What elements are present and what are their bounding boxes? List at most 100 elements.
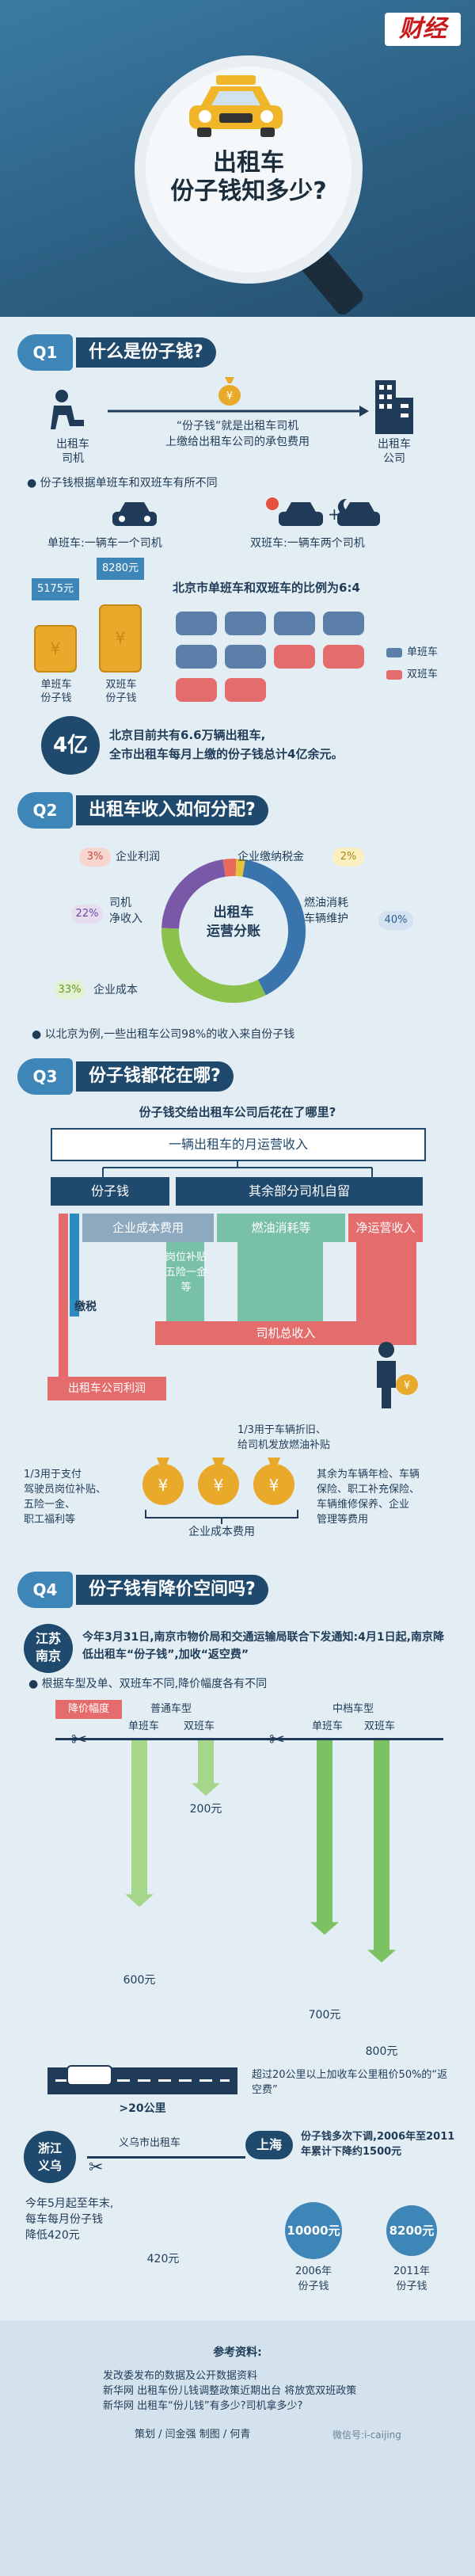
yiwu-amount: 420元 xyxy=(146,2253,180,2265)
cut-value-midhigh-double: 800元 xyxy=(365,2045,398,2058)
car-single-icon xyxy=(225,645,266,669)
svg-text:¥: ¥ xyxy=(269,1476,279,1495)
midhigh-single-label: 单班车 xyxy=(312,1721,344,1732)
pct-fuel: 40% xyxy=(378,911,413,930)
price-cut-arrow xyxy=(310,1740,339,1935)
donut-segment xyxy=(235,859,245,877)
flow-arrow xyxy=(108,406,369,417)
q1-badge: Q1 xyxy=(17,334,73,371)
q3-title: 份子钱都花在哪? xyxy=(76,1061,234,1092)
range-label: 降价幅度 xyxy=(55,1700,122,1719)
monthly-revenue-box: 一辆出租车的月运营收入 xyxy=(51,1128,426,1161)
caijing-logo: 财经 xyxy=(385,13,461,46)
car-single-icon xyxy=(274,612,315,635)
split-right-text: 其余为车辆年检、车辆 保险、职工补充保险、 车辆维修保养、企业 管理等费用 xyxy=(317,1469,420,1526)
q1-title: 什么是份子钱? xyxy=(76,337,216,368)
sh-2011-circle: 8200元 xyxy=(386,2205,437,2256)
car-double-icon xyxy=(225,678,266,702)
cost-row: 企业成本费用 xyxy=(82,1214,214,1242)
q3-subtitle: 份子钱交给出租车公司后花在了哪里? xyxy=(139,1105,336,1119)
single-shift-car-icon xyxy=(112,502,157,526)
return-fee-text: 超过20公里以上加收车公里租价50%的“返空费” xyxy=(252,2069,448,2096)
car-single-icon xyxy=(225,612,266,635)
donut-center-label: 出租车 运营分账 xyxy=(207,905,260,939)
q2-note: ● 以北京为例,一些出租车公司98%的收入来自份子钱 xyxy=(32,1028,295,1041)
cut-value-ordinary-double: 200元 xyxy=(189,1803,222,1816)
q1-bullet: ● 份子钱根据单班车和双班车有所不同 xyxy=(27,477,218,490)
svg-text:¥: ¥ xyxy=(51,639,61,658)
svg-text:¥: ¥ xyxy=(404,1380,410,1392)
yiwu-tag: 浙江 义乌 xyxy=(24,2131,76,2183)
pct-tax: 2% xyxy=(332,848,364,867)
price-cut-arrow xyxy=(192,1740,220,1797)
driver-label: 出租车 司机 xyxy=(56,438,89,465)
nanjing-tag: 江苏 南京 xyxy=(24,1624,73,1673)
q4-bullet: ● 根据车型及单、双班车不同,降价幅度各有不同 xyxy=(28,1678,268,1690)
pct-driver: 22% xyxy=(71,905,103,924)
cut-value-midhigh-single: 700元 xyxy=(308,2009,341,2022)
definition-text: “份子钱”就是出租车司机 上缴给出租车公司的承包费用 xyxy=(165,420,310,448)
car-double-icon xyxy=(274,645,315,669)
company-label: 出租车 公司 xyxy=(378,438,411,465)
legend-single: 单班车 xyxy=(407,646,439,658)
hero-banner: 出租车 份子钱知多少? 财经 xyxy=(0,0,475,317)
money-bag-icon: ¥ xyxy=(218,377,241,406)
sh-2006-label: 2006年 份子钱 xyxy=(294,2265,332,2292)
references-title: 参考资料: xyxy=(213,2346,262,2359)
svg-text:¥: ¥ xyxy=(116,628,126,647)
svg-text:¥: ¥ xyxy=(214,1476,224,1495)
yiwu-taxi-label: 义乌市出租车 xyxy=(119,2137,181,2149)
split-connector xyxy=(102,1160,373,1177)
donut-segment xyxy=(222,859,237,877)
taxi-car-icon xyxy=(189,75,283,137)
car-double-icon xyxy=(323,645,364,669)
company-building-icon xyxy=(375,380,413,434)
scissors-icon: ✂ xyxy=(89,2158,104,2178)
label-cost: 企业成本 xyxy=(93,984,138,996)
shanghai-tag: 上海 xyxy=(245,2131,293,2159)
single-fee-label: 单班车 份子钱 xyxy=(40,679,72,704)
q4-title: 份子钱有降价空间吗? xyxy=(76,1575,268,1605)
post-subsidy-label: 岗位补贴 五险一金 等 xyxy=(165,1252,207,1294)
nanjing-text: 今年3月31日,南京市物价局和交通运输局联合下发通知:4月1日起,南京降低出租车… xyxy=(82,1631,444,1661)
double-shift-label: 双班车:一辆车两个司机 xyxy=(250,537,365,550)
ratio-car-grid xyxy=(176,612,366,707)
yiwu-text: 今年5月起至年末, 每车每月份子钱 降低420元 xyxy=(25,2197,114,2242)
profit-label: 出租车公司利润 xyxy=(48,1377,166,1400)
label-fuel: 燃油消耗 车辆维护 xyxy=(304,897,348,925)
svg-text:¥: ¥ xyxy=(158,1476,169,1495)
ratio-text: 北京市单班车和双班车的比例为6:4 xyxy=(173,581,360,595)
page-title: 出租车 份子钱知多少? xyxy=(135,149,363,206)
share-money-box: 份子钱 xyxy=(51,1177,169,1206)
price-cut-arrow xyxy=(367,1740,396,1963)
ordinary-label: 普通车型 xyxy=(150,1703,192,1715)
label-driver: 司机 净收入 xyxy=(109,897,142,925)
double-fee-label: 双班车 份子钱 xyxy=(105,679,137,704)
split-top-text: 1/3用于车辆折旧、 给司机发放燃油补贴 xyxy=(238,1424,331,1451)
q2-badge: Q2 xyxy=(17,792,73,829)
q2-header: Q2 出租车收入如何分配? xyxy=(17,792,458,832)
ordinary-single-label: 单班车 xyxy=(128,1721,160,1732)
q1-header: Q1 什么是份子钱? xyxy=(17,334,458,374)
legend-double: 双班车 xyxy=(407,669,439,680)
net-row: 净运营收入 xyxy=(348,1214,423,1242)
sh-2006-circle: 10000元 xyxy=(285,2202,342,2259)
yiwu-baseline xyxy=(87,2156,245,2159)
midhigh-label: 中档车型 xyxy=(332,1703,374,1715)
label-tax: 企业缴纳税金 xyxy=(238,851,304,863)
title-line-1: 出租车 xyxy=(213,149,284,177)
sh-2011-label: 2011年 份子钱 xyxy=(393,2265,431,2292)
coin-stacks-chart: ¥¥ xyxy=(34,604,142,673)
cost-bracket xyxy=(145,1510,298,1524)
cost-footer-label: 企业成本费用 xyxy=(188,1526,255,1538)
single-shift-label: 单班车:一辆车一个司机 xyxy=(48,537,162,550)
money-bags-icons: ¥ ¥ ¥ xyxy=(142,1458,294,1505)
price-cut-arrows xyxy=(125,1740,396,1963)
price-cut-arrow xyxy=(125,1740,154,1907)
q3-header: Q3 份子钱都花在哪? xyxy=(17,1058,458,1098)
fuel-row: 燃油消耗等 xyxy=(217,1214,345,1242)
total-text: 北京目前共有6.6万辆出租车, 全市出租车每月上缴的份子钱总计4亿余元。 xyxy=(109,728,344,761)
driver-with-money-icon: ¥ xyxy=(377,1342,418,1408)
car-single-icon xyxy=(176,645,217,669)
label-profit: 企业利润 xyxy=(116,851,160,863)
